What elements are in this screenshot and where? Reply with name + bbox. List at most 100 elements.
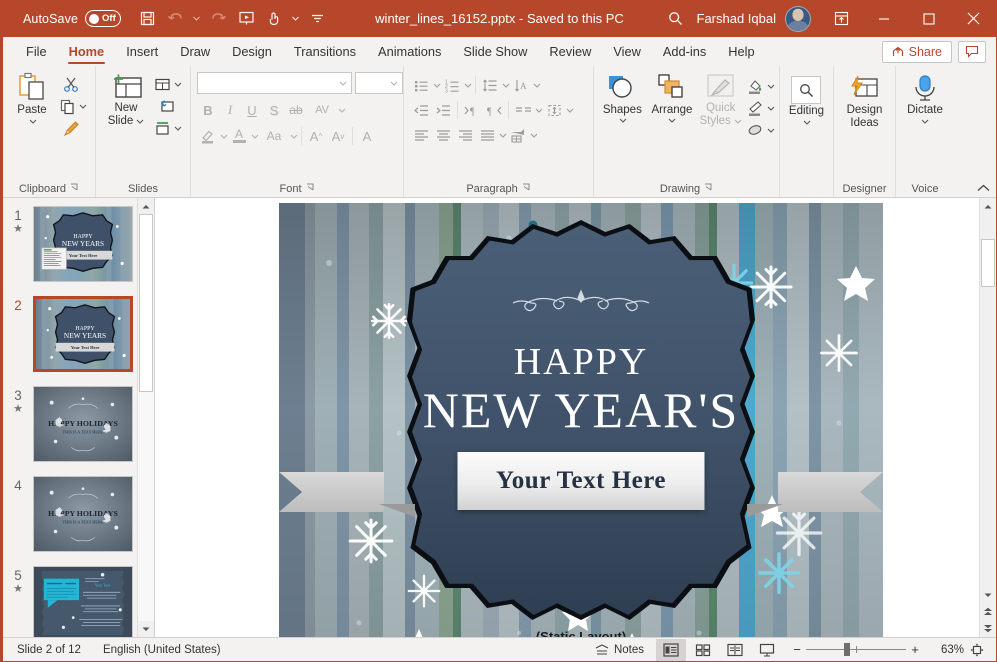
paragraph-dialog-launcher-icon[interactable] <box>522 183 531 194</box>
dictate-button[interactable]: Dictate <box>907 70 943 126</box>
find-icon[interactable] <box>791 76 822 104</box>
editing-button[interactable]: Editing <box>789 70 824 127</box>
slide-title[interactable]: HAPPY NEW YEAR'S <box>279 343 883 435</box>
editor-scroll-up-icon[interactable] <box>980 198 996 214</box>
strikethrough-button[interactable]: ab <box>285 99 307 121</box>
highlight-caret-icon[interactable] <box>220 132 228 141</box>
editor-vertical-scrollbar[interactable] <box>979 198 996 637</box>
dictate-caret-icon[interactable] <box>921 117 929 126</box>
quick-styles-button[interactable]: Quick Styles <box>697 72 744 128</box>
tab-add-ins[interactable]: Add-ins <box>652 37 717 66</box>
share-button[interactable]: Share <box>881 40 952 63</box>
save-icon[interactable] <box>134 6 160 32</box>
line-spacing-icon[interactable] <box>479 74 501 96</box>
shape-fill-caret-icon[interactable] <box>767 82 775 91</box>
arrange-caret-icon[interactable] <box>668 116 676 125</box>
editor-scroll-thumb[interactable] <box>981 239 995 287</box>
autosave-control[interactable]: AutoSave Off <box>23 10 122 27</box>
columns-caret-icon[interactable] <box>535 106 543 115</box>
layout-dropdown-caret-icon[interactable] <box>174 80 182 89</box>
collapse-ribbon-icon[interactable] <box>977 183 990 195</box>
right-to-left-icon[interactable]: ¶ <box>483 99 505 121</box>
bold-button[interactable]: B <box>197 99 219 121</box>
reading-view-button[interactable] <box>720 639 750 661</box>
shape-outline-icon[interactable] <box>744 97 766 119</box>
close-icon[interactable] <box>951 0 996 37</box>
shape-fill-row[interactable] <box>744 75 775 97</box>
reset-slide-icon[interactable] <box>156 95 178 117</box>
align-text-icon[interactable] <box>543 99 565 121</box>
shape-fill-icon[interactable] <box>744 75 766 97</box>
tab-transitions[interactable]: Transitions <box>283 37 367 66</box>
text-highlight-color-icon[interactable] <box>197 125 219 147</box>
align-center-icon[interactable] <box>432 124 454 146</box>
autosave-toggle[interactable]: Off <box>85 10 122 27</box>
minimize-icon[interactable] <box>861 0 906 37</box>
slide-thumbnail[interactable]: HAPPY NEW YEARS Your Text Here <box>33 296 133 372</box>
clipboard-dialog-launcher-icon[interactable] <box>70 183 79 194</box>
thumbnail-scroll-thumb[interactable] <box>139 214 153 392</box>
customize-quick-access-icon[interactable] <box>304 6 330 32</box>
cut-row[interactable] <box>61 73 83 95</box>
comments-button[interactable] <box>958 40 986 63</box>
smartart-caret-icon[interactable] <box>530 131 538 140</box>
italic-button[interactable]: I <box>219 99 241 121</box>
numbering-caret-icon[interactable] <box>464 81 472 90</box>
slide-thumbnail[interactable]: Your Text <box>33 566 133 637</box>
text-shadow-button[interactable]: S <box>263 99 285 121</box>
font-color-button[interactable]: A <box>228 125 250 147</box>
section-dropdown-caret-icon[interactable] <box>174 124 182 133</box>
font-name-input[interactable] <box>197 72 352 94</box>
tab-review[interactable]: Review <box>538 37 602 66</box>
zoom-level[interactable]: 63% <box>930 644 964 656</box>
fit-slide-to-window-icon[interactable] <box>966 643 988 657</box>
copy-dropdown-caret-icon[interactable] <box>79 102 87 111</box>
font-color-caret-icon[interactable] <box>251 132 259 141</box>
slide-thumbnail[interactable]: HAPPY HOLIDAYS THIS IS A TEXT HERE <box>33 386 133 462</box>
new-slide-dropdown-caret-icon[interactable] <box>136 115 144 128</box>
paste-dropdown-caret-icon[interactable] <box>29 117 37 126</box>
avatar[interactable] <box>785 5 811 32</box>
tab-animations[interactable]: Animations <box>367 37 452 66</box>
previous-slide-icon[interactable] <box>980 603 996 620</box>
align-left-icon[interactable] <box>410 124 432 146</box>
thumbnail-slide-3[interactable]: 3 ★ HAPPY HOLIDAYS THIS IS A TEXT HERE <box>3 386 154 476</box>
columns-icon[interactable] <box>512 99 534 121</box>
shape-effects-row[interactable] <box>744 119 775 141</box>
shapes-caret-icon[interactable] <box>619 116 627 125</box>
tab-draw[interactable]: Draw <box>169 37 221 66</box>
slide-thumbnail[interactable]: HAPPY NEW YEARS Your Text Here <box>33 206 133 282</box>
paste-control[interactable]: Paste <box>8 70 56 126</box>
decrease-font-size-button[interactable]: Av <box>327 125 349 147</box>
font-size-input[interactable] <box>355 72 403 94</box>
character-spacing-caret-icon[interactable] <box>338 106 346 115</box>
design-ideas-button[interactable]: Design Ideas <box>847 70 883 130</box>
language-indicator[interactable]: English (United States) <box>103 644 221 656</box>
thumbnail-scroll-up-icon[interactable] <box>138 198 154 214</box>
text-banner[interactable]: Your Text Here <box>279 452 883 517</box>
zoom-in-button[interactable]: + <box>906 642 924 657</box>
shape-outline-row[interactable] <box>744 97 775 119</box>
reset-row[interactable] <box>156 95 178 117</box>
tab-help[interactable]: Help <box>717 37 765 66</box>
justify-icon[interactable] <box>476 124 498 146</box>
increase-font-size-button[interactable]: A ^ <box>305 125 327 147</box>
touch-mode-icon[interactable] <box>261 6 287 32</box>
line-spacing-caret-icon[interactable] <box>502 81 510 90</box>
thumbnail-slide-1[interactable]: 1 ★ HAPPY NEW YEARS Your Text Here <box>3 206 154 296</box>
slide-sorter-button[interactable] <box>688 639 718 661</box>
current-slide[interactable]: HAPPY NEW YEAR'S Your Text Here (Static … <box>279 203 883 637</box>
touch-mode-dropdown-caret-icon[interactable] <box>289 16 302 21</box>
zoom-track[interactable] <box>806 643 906 656</box>
underline-button[interactable]: U <box>241 99 263 121</box>
redo-icon[interactable] <box>205 6 231 32</box>
numbering-icon[interactable]: 123 <box>441 74 463 96</box>
tab-file[interactable]: File <box>15 37 58 66</box>
section-row[interactable] <box>151 117 182 139</box>
tab-slide-show[interactable]: Slide Show <box>452 37 538 66</box>
slide-thumbnail[interactable]: HAPPY HOLIDAYS THIS IS A TEXT HERE <box>33 476 133 552</box>
tab-home[interactable]: Home <box>58 37 116 66</box>
shapes-button[interactable]: Shapes <box>598 72 647 125</box>
shape-outline-caret-icon[interactable] <box>767 104 775 113</box>
align-right-icon[interactable] <box>454 124 476 146</box>
